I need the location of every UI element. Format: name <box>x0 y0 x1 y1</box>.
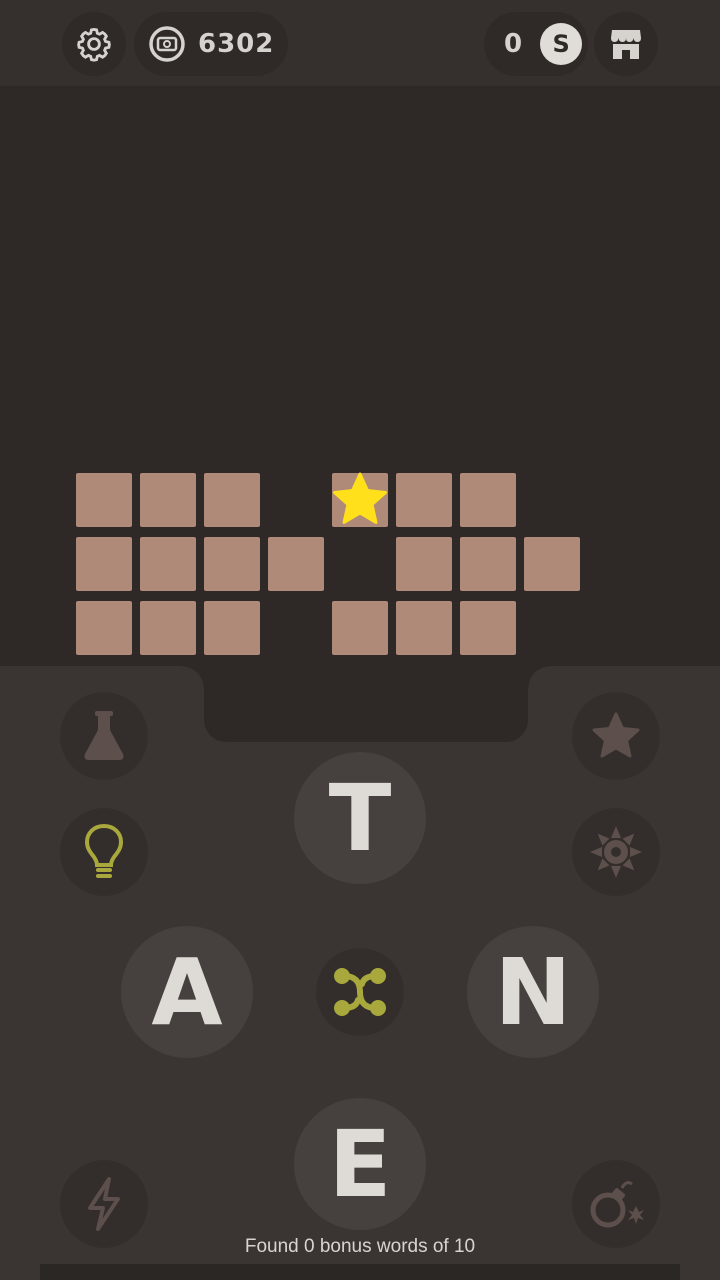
bomb-icon <box>590 1181 644 1228</box>
wheel-letter-a[interactable]: A <box>121 926 253 1058</box>
letter-tile <box>460 601 516 655</box>
wheel-letter-e[interactable]: E <box>294 1098 426 1230</box>
shuffle-icon <box>334 968 386 1016</box>
hint-button[interactable] <box>60 808 148 896</box>
burst-icon <box>590 826 642 878</box>
letter-tile <box>76 537 132 591</box>
bonus-words-status: Found 0 bonus words of 10 <box>244 1236 476 1257</box>
settings-button[interactable] <box>62 12 126 76</box>
letter-tile <box>140 537 196 591</box>
letter-tile <box>140 473 196 527</box>
star-icon <box>592 712 640 758</box>
wheel-letter-n[interactable]: N <box>467 926 599 1058</box>
flask-button[interactable] <box>60 692 148 780</box>
coin-icon <box>148 25 186 63</box>
letter-tile <box>204 473 260 527</box>
letter-tile <box>76 473 132 527</box>
letter-tile <box>268 537 324 591</box>
score-counter[interactable]: 0 S <box>484 12 588 76</box>
lightbulb-icon <box>84 823 124 878</box>
letter-tile <box>396 537 452 591</box>
letter-tile <box>76 601 132 655</box>
notch-corner <box>528 666 550 688</box>
flask-icon <box>84 711 124 760</box>
letter-tile <box>140 601 196 655</box>
bottom-banner-area <box>40 1264 680 1280</box>
star-bonus-icon <box>333 472 387 524</box>
shop-icon <box>611 30 641 59</box>
wheel-letter-t[interactable]: T <box>294 752 426 884</box>
coin-count: 6302 <box>198 29 275 59</box>
notch-corner <box>182 666 204 688</box>
letter-tile <box>460 473 516 527</box>
coin-counter[interactable]: 6302 <box>134 12 288 76</box>
letter-tile <box>396 601 452 655</box>
bomb-button[interactable] <box>572 1160 660 1248</box>
letter-tile <box>332 601 388 655</box>
score-count: 0 <box>504 29 523 59</box>
letter-tile <box>524 537 580 591</box>
shuffle-button[interactable] <box>316 948 404 1036</box>
letter-tile <box>204 537 260 591</box>
crossword-board <box>0 86 720 666</box>
letter-tile <box>396 473 452 527</box>
letter-tile <box>460 537 516 591</box>
score-badge: S <box>540 23 583 65</box>
letter-tile <box>204 601 260 655</box>
star-button[interactable] <box>572 692 660 780</box>
shop-button[interactable] <box>594 12 658 76</box>
word-preview-area <box>204 666 528 742</box>
letter-tile-star <box>332 472 388 527</box>
lightning-button[interactable] <box>60 1160 148 1248</box>
reveal-button[interactable] <box>572 808 660 896</box>
gear-icon <box>77 27 111 62</box>
lightning-icon <box>88 1177 120 1231</box>
